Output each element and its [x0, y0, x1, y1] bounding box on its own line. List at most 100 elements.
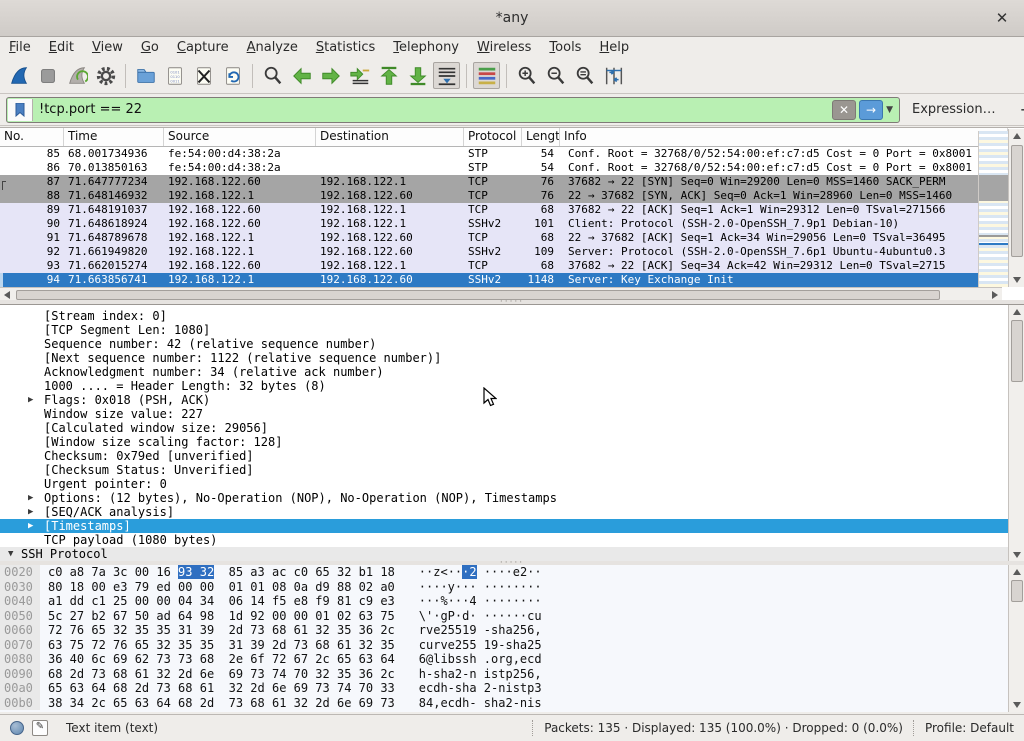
hex-ascii[interactable]: ecdh-sha 2-nistp3: [419, 681, 542, 696]
expander-closed-icon[interactable]: ▶: [28, 491, 33, 505]
hex-bytes[interactable]: 63 75 72 76 65 32 35 35 31 39 2d 73 68 6…: [48, 638, 395, 653]
display-filter-input[interactable]: [33, 102, 832, 117]
detail-row[interactable]: ▶Flags: 0x018 (PSH, ACK): [0, 393, 1008, 407]
hex-vscrollbar[interactable]: [1008, 565, 1024, 712]
save-file-icon[interactable]: 010101100011: [161, 62, 188, 89]
detail-row[interactable]: Checksum: 0x79ed [unverified]: [0, 449, 1008, 463]
column-header-destination[interactable]: Destination: [316, 128, 464, 146]
hex-row[interactable]: 0040a1 dd c1 25 00 00 04 34 06 14 f5 e8 …: [0, 594, 1024, 609]
close-file-icon[interactable]: [190, 62, 217, 89]
detail-row[interactable]: ▶Options: (12 bytes), No-Operation (NOP)…: [0, 491, 1008, 505]
detail-row[interactable]: Sequence number: 42 (relative sequence n…: [0, 337, 1008, 351]
find-packet-icon[interactable]: [259, 62, 286, 89]
detail-row[interactable]: [Checksum Status: Unverified]: [0, 463, 1008, 477]
column-header-length[interactable]: Length: [522, 128, 560, 146]
chevron-down-icon[interactable]: ▼: [886, 105, 893, 115]
hex-row[interactable]: 008036 40 6c 69 62 73 73 68 2e 6f 72 67 …: [0, 652, 1024, 667]
detail-row[interactable]: [TCP Segment Len: 1080]: [0, 323, 1008, 337]
menu-go[interactable]: Go: [132, 38, 168, 57]
close-icon[interactable]: ✕: [988, 0, 1016, 36]
packet-row[interactable]: 8971.648191037192.168.122.60192.168.122.…: [0, 203, 978, 217]
menu-file[interactable]: File: [0, 38, 40, 57]
scroll-up-icon[interactable]: [1009, 129, 1024, 143]
menu-view[interactable]: View: [83, 38, 132, 57]
hex-bytes[interactable]: a1 dd c1 25 00 00 04 34 06 14 f5 e8 f9 8…: [48, 594, 395, 609]
detail-row[interactable]: [Calculated window size: 29056]: [0, 421, 1008, 435]
hex-bytes[interactable]: 5c 27 b2 67 50 ad 64 98 1d 92 00 00 01 0…: [48, 609, 395, 624]
start-capture-icon[interactable]: [5, 62, 32, 89]
expander-closed-icon[interactable]: ▶: [28, 519, 33, 533]
menu-edit[interactable]: Edit: [40, 38, 83, 57]
hex-ascii[interactable]: ···%···4 ········: [419, 594, 542, 609]
hex-bytes[interactable]: 38 34 2c 65 63 64 68 2d 73 68 61 32 2d 6…: [48, 696, 395, 711]
expression-button[interactable]: Expression…: [900, 102, 1008, 117]
scroll-up-icon[interactable]: [1009, 565, 1024, 579]
go-last-icon[interactable]: [404, 62, 431, 89]
intelligent-scrollbar-minimap[interactable]: [978, 131, 1009, 287]
capture-options-icon[interactable]: [92, 62, 119, 89]
packet-list-vscrollbar[interactable]: [1008, 129, 1024, 287]
packet-row[interactable]: 8771.647777234192.168.122.60192.168.122.…: [0, 175, 978, 189]
column-header-info[interactable]: Info: [560, 128, 1008, 146]
packet-row[interactable]: 8871.648146932192.168.122.1192.168.122.6…: [0, 189, 978, 203]
hex-row[interactable]: 009068 2d 73 68 61 32 2d 6e 69 73 74 70 …: [0, 667, 1024, 682]
detail-row[interactable]: [Stream index: 0]: [0, 309, 1008, 323]
menu-analyze[interactable]: Analyze: [238, 38, 307, 57]
hex-bytes[interactable]: 68 2d 73 68 61 32 2d 6e 69 73 74 70 32 3…: [48, 667, 395, 682]
hex-bytes[interactable]: 80 18 00 e3 79 ed 00 00 01 01 08 0a d9 8…: [48, 580, 395, 595]
hex-ascii[interactable]: rve25519 -sha256,: [419, 623, 542, 638]
expander-closed-icon[interactable]: ▶: [28, 505, 33, 519]
status-profile[interactable]: Profile: Default: [925, 721, 1014, 735]
menu-tools[interactable]: Tools: [540, 38, 590, 57]
detail-row[interactable]: Urgent pointer: 0: [0, 477, 1008, 491]
hex-ascii[interactable]: \'·gP·d· ······cu: [419, 609, 542, 624]
open-file-icon[interactable]: [132, 62, 159, 89]
hex-bytes[interactable]: c0 a8 7a 3c 00 16 93 32 85 a3 ac c0 65 3…: [48, 565, 395, 580]
detail-row[interactable]: ▶[Timestamps]: [0, 519, 1008, 533]
go-back-icon[interactable]: [288, 62, 315, 89]
hex-row[interactable]: 0020c0 a8 7a 3c 00 16 93 32 85 a3 ac c0 …: [0, 565, 1024, 580]
expander-open-icon[interactable]: ▼: [8, 547, 13, 561]
hex-ascii[interactable]: 84,ecdh- sha2-nis: [419, 696, 542, 711]
scroll-down-icon[interactable]: [1009, 548, 1024, 562]
scroll-thumb[interactable]: [1011, 145, 1023, 257]
packet-row[interactable]: 9071.648618924192.168.122.60192.168.122.…: [0, 217, 978, 231]
capture-comment-icon[interactable]: ✎: [32, 720, 48, 736]
menu-statistics[interactable]: Statistics: [307, 38, 384, 57]
packet-list-header[interactable]: No.TimeSourceDestinationProtocolLengthIn…: [0, 128, 1008, 147]
hex-row[interactable]: 00a065 63 64 68 2d 73 68 61 32 2d 6e 69 …: [0, 681, 1024, 696]
column-header-source[interactable]: Source: [164, 128, 316, 146]
hex-row[interactable]: 003080 18 00 e3 79 ed 00 00 01 01 08 0a …: [0, 580, 1024, 595]
detail-row[interactable]: TCP payload (1080 bytes): [0, 533, 1008, 547]
display-filter-field[interactable]: ✕ → ▼: [6, 97, 900, 123]
menu-capture[interactable]: Capture: [168, 38, 238, 57]
expert-info-icon[interactable]: [10, 721, 24, 735]
detail-row[interactable]: 1000 .... = Header Length: 32 bytes (8): [0, 379, 1008, 393]
scroll-down-icon[interactable]: [1009, 273, 1024, 287]
packet-row[interactable]: 9371.662015274192.168.122.60192.168.122.…: [0, 259, 978, 273]
expander-closed-icon[interactable]: ▶: [28, 393, 33, 407]
menu-help[interactable]: Help: [590, 38, 638, 57]
scroll-thumb[interactable]: [1011, 320, 1023, 382]
hex-bytes[interactable]: 36 40 6c 69 62 73 73 68 2e 6f 72 67 2c 6…: [48, 652, 395, 667]
restart-capture-icon[interactable]: [63, 62, 90, 89]
zoom-in-icon[interactable]: [513, 62, 540, 89]
packet-row[interactable]: 9171.648789678192.168.122.1192.168.122.6…: [0, 231, 978, 245]
detail-row[interactable]: [Next sequence number: 1122 (relative se…: [0, 351, 1008, 365]
hex-ascii[interactable]: curve255 19-sha25: [419, 638, 542, 653]
hex-row[interactable]: 006072 76 65 32 35 35 31 39 2d 73 68 61 …: [0, 623, 1024, 638]
hex-ascii[interactable]: h-sha2-n istp256,: [419, 667, 542, 682]
go-to-packet-icon[interactable]: [346, 62, 373, 89]
hex-ascii[interactable]: ··z<···2 ····e2··: [419, 565, 542, 580]
column-header-protocol[interactable]: Protocol: [464, 128, 522, 146]
clear-icon[interactable]: ✕: [832, 100, 856, 120]
hex-bytes[interactable]: 72 76 65 32 35 35 31 39 2d 73 68 61 32 3…: [48, 623, 395, 638]
go-forward-icon[interactable]: [317, 62, 344, 89]
menu-telephony[interactable]: Telephony: [384, 38, 468, 57]
apply-arrow-icon[interactable]: →: [859, 100, 883, 120]
hex-ascii[interactable]: 6@libssh .org,ecd: [419, 652, 542, 667]
add-filter-button[interactable]: +: [1008, 100, 1024, 119]
packet-row[interactable]: 9471.663856741192.168.122.1192.168.122.6…: [0, 273, 978, 287]
scroll-thumb[interactable]: [16, 290, 940, 300]
packet-row[interactable]: 8670.013850163fe:54:00:d4:38:2aSTP54Conf…: [0, 161, 978, 175]
